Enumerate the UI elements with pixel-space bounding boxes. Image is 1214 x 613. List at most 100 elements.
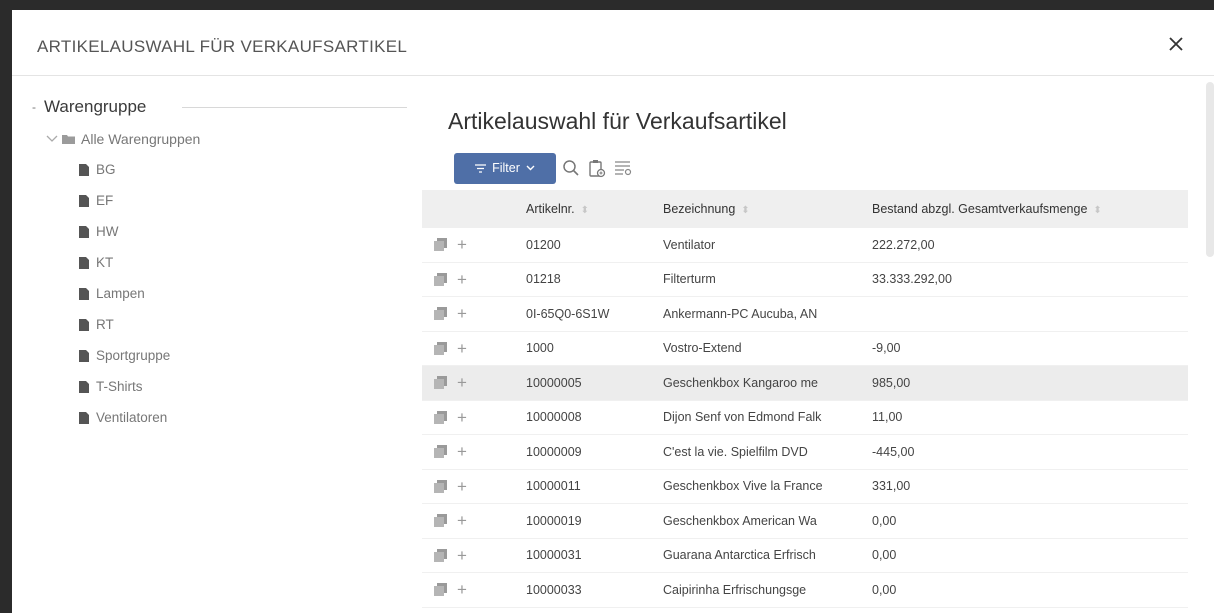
table-row-highlighted[interactable]: + 10000005 Geschenkbox Kangaroo me 985,0… xyxy=(422,366,1188,401)
cell-bestand: 222.272,00 xyxy=(872,237,935,252)
tree-item-ef[interactable]: EF xyxy=(79,185,407,216)
plus-icon[interactable]: + xyxy=(457,374,467,391)
tree-item-ventilatoren[interactable]: Ventilatoren xyxy=(79,402,407,433)
cell-bezeichnung: Dijon Senf von Edmond Falk xyxy=(663,410,822,425)
table-row[interactable]: + 10000019 Geschenkbox American Wa 0,00 xyxy=(422,504,1188,539)
article-table: Artikelnr. ⬍ Bezeichnung ⬍ Bestand abzgl. … xyxy=(422,190,1188,608)
table-row[interactable]: + 1000 Vostro-Extend -9,00 xyxy=(422,332,1188,366)
search-button[interactable] xyxy=(560,157,582,179)
row-actions: + xyxy=(422,512,526,529)
copy-icon[interactable] xyxy=(434,445,447,459)
tree-item-sportgruppe[interactable]: Sportgruppe xyxy=(79,340,407,371)
copy-icon[interactable] xyxy=(434,479,447,493)
clipboard-button[interactable] xyxy=(586,157,608,179)
copy-icon[interactable] xyxy=(434,238,447,252)
table-row[interactable]: + 10000009 C'est la vie. Spielfilm DVD -… xyxy=(422,435,1188,470)
cell-artikelnr: 01218 xyxy=(526,272,561,287)
column-header-bestand[interactable]: Bestand abzgl. Gesamtverkaufsmenge ⬍ xyxy=(872,202,1188,216)
table-row[interactable]: + 10000008 Dijon Senf von Edmond Falk 11… xyxy=(422,401,1188,435)
cell-artikelnr: 10000008 xyxy=(526,410,582,425)
document-icon xyxy=(79,349,89,362)
tree-item-label: KT xyxy=(96,255,114,270)
plus-icon[interactable]: + xyxy=(457,340,467,357)
document-icon xyxy=(79,380,89,393)
tree-item-kt[interactable]: KT xyxy=(79,247,407,278)
table-row[interactable]: + 10000011 Geschenkbox Vive la France 33… xyxy=(422,470,1188,504)
cell-bezeichnung: Vostro-Extend xyxy=(663,341,742,356)
cell-bezeichnung: Geschenkbox Kangaroo me xyxy=(663,375,818,390)
table-row[interactable]: + 01218 Filterturm 33.333.292,00 xyxy=(422,263,1188,297)
cell-bezeichnung: Guarana Antarctica Erfrisch xyxy=(663,548,816,563)
tree-item-label: Lampen xyxy=(96,286,145,301)
cell-artikelnr: 10000019 xyxy=(526,513,582,528)
cell-bestand: 0,00 xyxy=(872,513,897,528)
cell-artikelnr: 1000 xyxy=(526,341,554,356)
row-actions: + xyxy=(422,409,526,426)
cell-bestand: 0,00 xyxy=(872,548,897,563)
table-row[interactable]: + 01200 Ventilator 222.272,00 xyxy=(422,228,1188,263)
copy-icon[interactable] xyxy=(434,307,447,321)
tree-item-lampen[interactable]: Lampen xyxy=(79,278,407,309)
table-row[interactable]: + 10000033 Caipirinha Erfrischungsge 0,0… xyxy=(422,573,1188,608)
filter-label: Filter xyxy=(492,161,520,175)
row-actions: + xyxy=(422,581,526,598)
cell-bezeichnung: Caipirinha Erfrischungsge xyxy=(663,582,807,597)
sort-icon[interactable]: ⬍ xyxy=(741,205,749,216)
section-header-warengruppe[interactable]: - Warengruppe xyxy=(32,94,407,120)
folder-icon xyxy=(62,135,75,144)
plus-icon[interactable]: + xyxy=(457,547,467,564)
dialog-title: ARTIKELAUSWAHL FÜR VERKAUFSARTIKEL xyxy=(37,37,408,56)
sort-icon[interactable]: ⬍ xyxy=(581,205,589,216)
column-header-bezeichnung[interactable]: Bezeichnung ⬍ xyxy=(663,202,872,216)
column-header-label: Bestand abzgl. Gesamtverkaufsmenge xyxy=(872,202,1088,216)
copy-icon[interactable] xyxy=(434,341,447,355)
plus-icon[interactable]: + xyxy=(457,236,467,253)
cell-artikelnr: 10000009 xyxy=(526,444,582,459)
tree-root-all-groups[interactable]: Alle Warengruppen xyxy=(46,130,407,148)
tree-item-label: HW xyxy=(96,224,119,239)
cell-bezeichnung: Geschenkbox American Wa xyxy=(663,513,817,528)
row-actions: + xyxy=(422,547,526,564)
tree-item-t-shirts[interactable]: T-Shirts xyxy=(79,371,407,402)
filter-button[interactable]: Filter xyxy=(454,152,556,184)
copy-icon[interactable] xyxy=(434,583,447,597)
tree-root-label: Alle Warengruppen xyxy=(81,131,201,147)
plus-icon[interactable]: + xyxy=(457,581,467,598)
plus-icon[interactable]: + xyxy=(457,512,467,529)
plus-icon[interactable]: + xyxy=(457,305,467,322)
sort-icon[interactable]: ⬍ xyxy=(1093,205,1101,216)
cell-bezeichnung: C'est la vie. Spielfilm DVD xyxy=(663,444,808,459)
tree-item-rt[interactable]: RT xyxy=(79,309,407,340)
copy-icon[interactable] xyxy=(434,376,447,390)
copy-icon[interactable] xyxy=(434,410,447,424)
filter-icon xyxy=(475,163,487,173)
plus-icon[interactable]: + xyxy=(457,478,467,495)
plus-icon[interactable]: + xyxy=(457,271,467,288)
table-header: Artikelnr. ⬍ Bezeichnung ⬍ Bestand abzgl. … xyxy=(422,190,1188,228)
table-row[interactable]: + 10000031 Guarana Antarctica Erfrisch 0… xyxy=(422,539,1188,573)
copy-icon[interactable] xyxy=(434,514,447,528)
copy-icon[interactable] xyxy=(434,548,447,562)
plus-icon[interactable]: + xyxy=(457,443,467,460)
dialog-scrollbar[interactable] xyxy=(1206,82,1214,257)
close-button[interactable] xyxy=(1164,32,1188,56)
tree-item-label: BG xyxy=(96,162,116,177)
column-settings-button[interactable] xyxy=(612,157,634,179)
cell-bestand: -9,00 xyxy=(872,341,901,356)
collapse-toggle[interactable]: - xyxy=(32,100,42,114)
tree-item-bg[interactable]: BG xyxy=(79,154,407,185)
document-icon xyxy=(79,194,89,207)
table-row[interactable]: + 0I-65Q0-6S1W Ankermann-PC Aucuba, AN xyxy=(422,297,1188,332)
toolbar: Filter xyxy=(454,152,634,184)
search-icon xyxy=(563,160,579,176)
copy-icon[interactable] xyxy=(434,272,447,286)
cell-artikelnr: 10000033 xyxy=(526,582,582,597)
tree-item-label: EF xyxy=(96,193,114,208)
tree-item-hw[interactable]: HW xyxy=(79,216,407,247)
column-header-artikelnr[interactable]: Artikelnr. ⬍ xyxy=(526,202,663,216)
cell-artikelnr: 01200 xyxy=(526,237,561,252)
plus-icon[interactable]: + xyxy=(457,409,467,426)
cell-bezeichnung: Geschenkbox Vive la France xyxy=(663,479,823,494)
product-group-sidebar: - Warengruppe Alle Warengruppen BG EF HW… xyxy=(32,94,407,594)
chevron-down-icon[interactable] xyxy=(46,135,58,143)
